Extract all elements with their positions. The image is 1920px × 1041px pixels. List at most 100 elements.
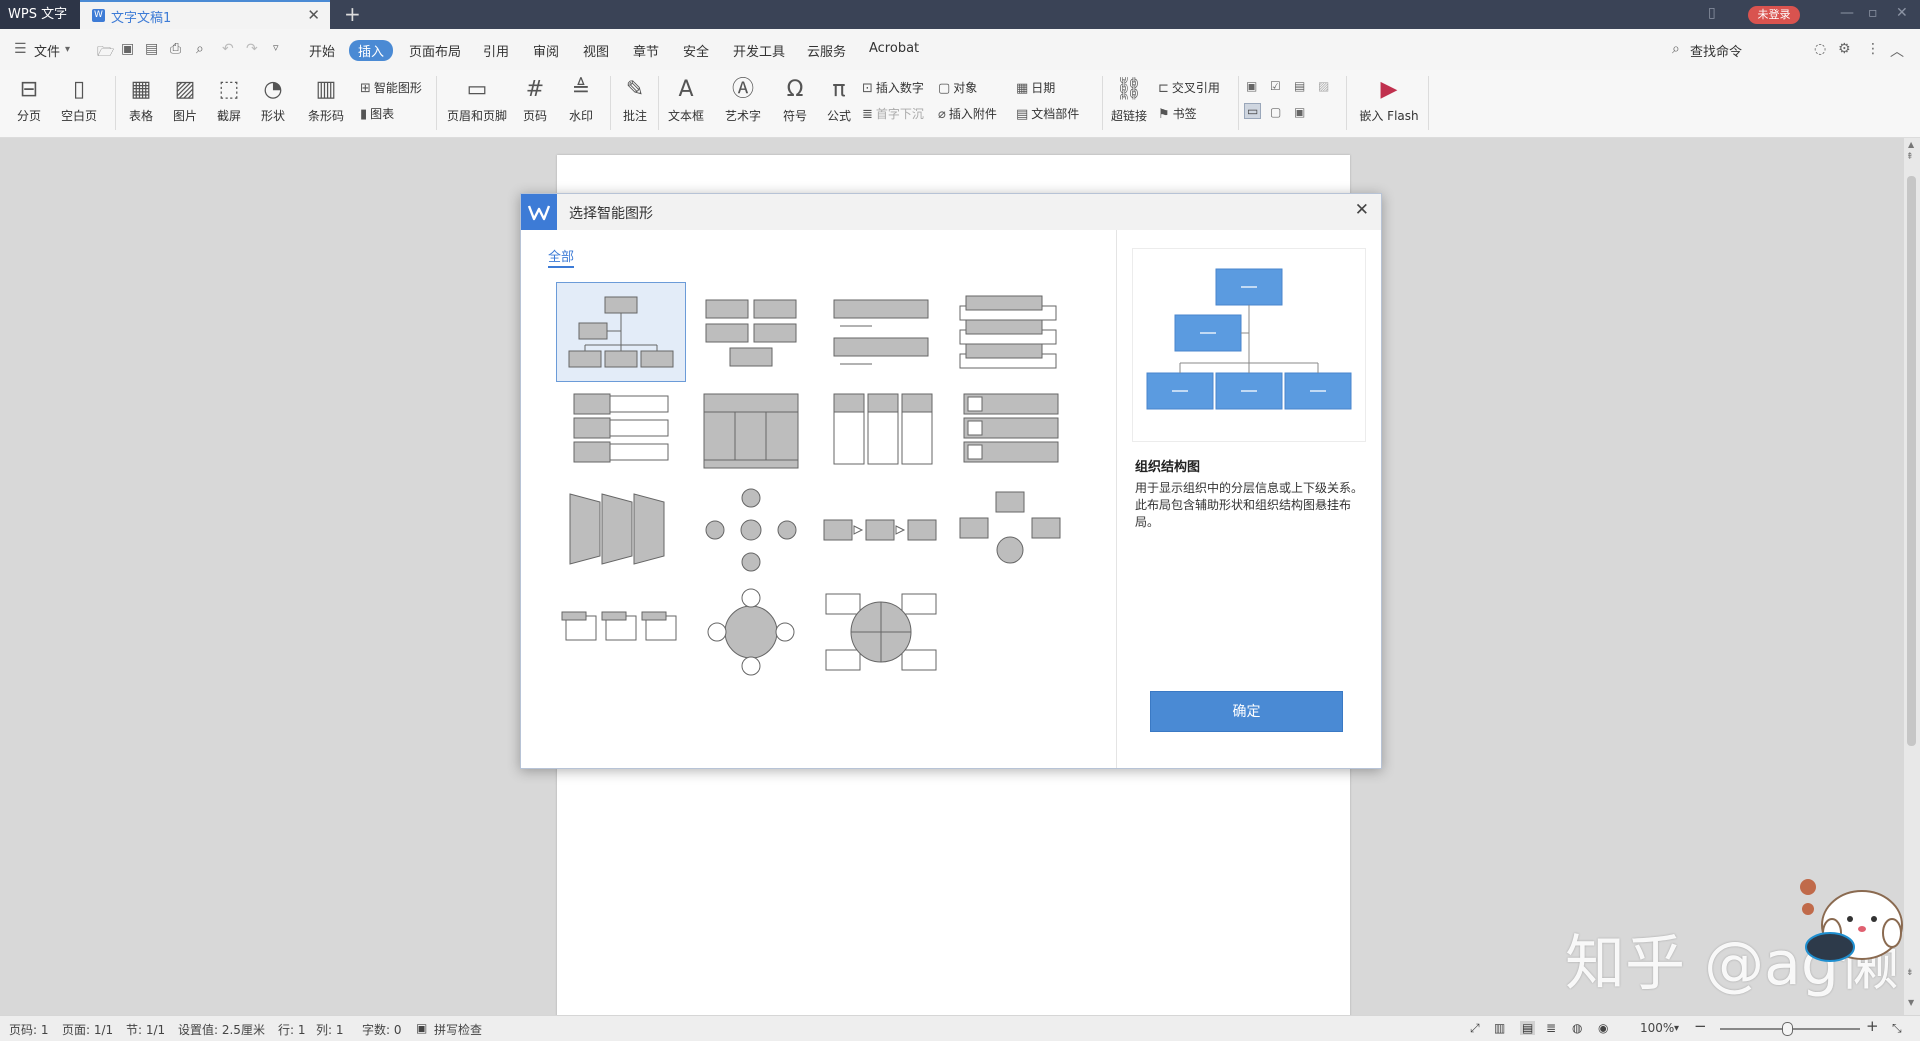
bookmark-button[interactable]: ⚑ 书签: [1158, 105, 1197, 122]
status-section[interactable]: 节: 1/1: [126, 1021, 165, 1038]
page-down-icon[interactable]: ⇟: [1906, 968, 1914, 978]
tab-review[interactable]: 审阅: [533, 41, 559, 60]
tab-home[interactable]: 开始: [309, 41, 335, 60]
art-text-button[interactable]: Ⓐ 艺术字: [718, 76, 768, 124]
hamburger-icon[interactable]: ☰: [14, 41, 27, 57]
status-page-code[interactable]: 页码: 1: [9, 1021, 49, 1038]
undo-icon[interactable]: ↶: [222, 41, 234, 57]
checkbox-field-icon[interactable]: ☑: [1270, 79, 1281, 93]
status-setting[interactable]: 设置值: 2.5厘米: [178, 1021, 265, 1038]
redo-icon[interactable]: ↷: [246, 41, 258, 57]
hyperlink-button[interactable]: ⛓ 超链接: [1108, 76, 1150, 124]
design-mode-icon[interactable]: ▭: [1244, 103, 1262, 119]
header-footer-button[interactable]: ▭ 页眉和页脚: [444, 76, 510, 124]
form-field-icon[interactable]: ▣: [1246, 79, 1257, 93]
zoom-in-icon[interactable]: +: [1866, 1017, 1879, 1035]
layout-org-chart[interactable]: [556, 282, 686, 382]
scroll-down-icon[interactable]: ▼: [1908, 998, 1914, 1007]
layout-radial-cycle[interactable]: [686, 484, 816, 584]
status-row[interactable]: 行: 1: [278, 1021, 306, 1038]
gear-icon[interactable]: ⚙: [1838, 41, 1851, 57]
tab-page-layout[interactable]: 页面布局: [409, 41, 461, 60]
eye-protection-icon[interactable]: ◉: [1598, 1021, 1608, 1035]
page-up-icon[interactable]: ⇞: [1906, 152, 1914, 162]
table-button[interactable]: ▦ 表格: [122, 76, 160, 124]
doc-parts-button[interactable]: ▤ 文档部件: [1016, 105, 1079, 122]
tab-reference[interactable]: 引用: [483, 41, 509, 60]
print-preview-icon[interactable]: ⌕: [196, 41, 204, 57]
layout-picture-list[interactable]: [946, 384, 1076, 484]
read-mode-icon[interactable]: ▥: [1494, 1021, 1505, 1035]
zoom-out-icon[interactable]: −: [1694, 1017, 1707, 1035]
category-all-tab[interactable]: 全部: [548, 246, 575, 268]
layout-table-hierarchy[interactable]: [686, 384, 816, 484]
spell-check-icon[interactable]: ▣: [416, 1021, 427, 1035]
page-break-button[interactable]: ⊟ 分页: [10, 76, 48, 124]
chat-icon[interactable]: ◌: [1814, 41, 1826, 57]
scrollbar-thumb[interactable]: [1907, 176, 1916, 746]
tab-acrobat[interactable]: Acrobat: [869, 41, 919, 56]
layout-quadrant-cycle[interactable]: [816, 584, 946, 684]
layout-bracket-list[interactable]: [946, 282, 1076, 382]
layout-central-circle[interactable]: [686, 584, 816, 684]
comment-button[interactable]: ✎ 批注: [616, 76, 654, 124]
new-tab-button[interactable]: +: [344, 2, 361, 26]
open-folder-icon[interactable]: 🗁: [97, 41, 114, 65]
minimize-icon[interactable]: —: [1840, 5, 1854, 21]
page-number-button[interactable]: # 页码: [516, 76, 554, 124]
layout-process-flow[interactable]: [816, 484, 946, 584]
search-command[interactable]: 查找命令: [1690, 41, 1742, 60]
clear-field-icon[interactable]: ▣: [1294, 105, 1305, 119]
tab-insert[interactable]: 插入: [349, 40, 394, 61]
tab-chapter[interactable]: 章节: [633, 41, 659, 60]
zoom-dropdown-icon[interactable]: ▾: [1674, 1023, 1679, 1034]
print-icon[interactable]: ⎙: [170, 41, 181, 57]
formula-button[interactable]: π 公式: [820, 76, 858, 124]
status-page[interactable]: 页面: 1/1: [62, 1021, 113, 1038]
login-badge[interactable]: 未登录: [1748, 6, 1800, 24]
tab-developer[interactable]: 开发工具: [733, 41, 785, 60]
symbol-button[interactable]: Ω 符号: [776, 76, 814, 124]
object-button[interactable]: ▢ 对象: [938, 79, 977, 96]
close-icon[interactable]: ✕: [1355, 200, 1369, 220]
insert-number-button[interactable]: ⊡ 插入数字: [862, 79, 924, 96]
ok-button[interactable]: 确定: [1150, 691, 1343, 732]
search-icon[interactable]: ⌕: [1672, 41, 1680, 57]
layout-chevron-process[interactable]: [556, 584, 686, 684]
fit-page-icon[interactable]: ⤡: [1892, 1021, 1902, 1036]
outline-view-icon[interactable]: ≣: [1546, 1021, 1556, 1035]
chart-button[interactable]: ▮ 图表: [360, 105, 394, 122]
document-tab[interactable]: W 文字文稿1 ✕: [80, 0, 330, 29]
status-column[interactable]: 列: 1: [316, 1021, 344, 1038]
more-icon[interactable]: ⋮: [1866, 41, 1880, 57]
smart-shape-button[interactable]: ⊞ 智能图形: [360, 79, 422, 96]
embed-flash-button[interactable]: ▶ 嵌入 Flash: [1354, 76, 1424, 124]
collapse-ribbon-icon[interactable]: ︿: [1890, 41, 1904, 61]
properties-icon[interactable]: ▢: [1270, 105, 1281, 119]
fullscreen-icon[interactable]: ⤢: [1470, 1021, 1480, 1036]
screenshot-button[interactable]: ⬚ 截屏: [210, 76, 248, 124]
attachment-button[interactable]: ⌀ 插入附件: [938, 105, 997, 122]
window-mode-icon[interactable]: ▯: [1708, 5, 1716, 21]
zoom-level[interactable]: 100%: [1640, 1021, 1674, 1035]
cross-ref-button[interactable]: ⊏ 交叉引用: [1158, 79, 1220, 96]
scroll-up-icon[interactable]: ▲: [1908, 140, 1914, 149]
zoom-slider-knob[interactable]: [1782, 1022, 1793, 1036]
maximize-icon[interactable]: ▫: [1868, 5, 1878, 21]
layout-label-list[interactable]: [556, 384, 686, 484]
web-view-icon[interactable]: ◍: [1572, 1021, 1582, 1035]
page-view-icon[interactable]: ▤: [1520, 1021, 1536, 1035]
textbox-button[interactable]: A 文本框: [662, 76, 710, 124]
file-menu[interactable]: 文件: [34, 41, 60, 60]
layout-column-list[interactable]: [816, 384, 946, 484]
app-tab[interactable]: WPS 文字: [0, 0, 80, 29]
close-window-icon[interactable]: ✕: [1896, 5, 1908, 21]
list-field-icon[interactable]: ▤: [1294, 79, 1305, 93]
tab-cloud[interactable]: 云服务: [807, 41, 846, 60]
drop-cap-button[interactable]: ≣ 首字下沉: [862, 105, 924, 122]
watermark-button[interactable]: ≜ 水印: [560, 76, 602, 124]
tab-view[interactable]: 视图: [583, 41, 609, 60]
layout-block-grid[interactable]: [686, 282, 816, 382]
blank-page-button[interactable]: ▯ 空白页: [56, 76, 102, 124]
customize-icon[interactable]: ▿: [273, 41, 279, 54]
